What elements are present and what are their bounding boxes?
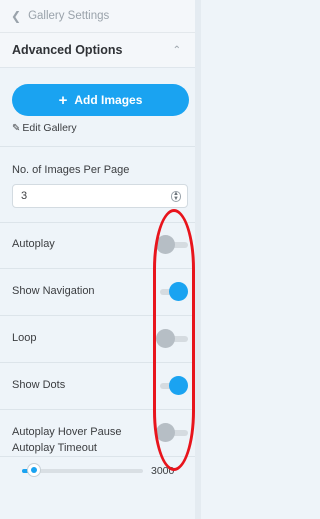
images-per-page-value: 3: [21, 190, 28, 202]
edit-gallery-link[interactable]: ✎ Edit Gallery: [12, 122, 77, 134]
chevron-up-icon: ⌃: [172, 44, 181, 56]
slider-handle[interactable]: [27, 463, 41, 477]
autoplay-timeout-label: Autoplay Timeout: [12, 442, 97, 454]
images-per-page-input[interactable]: 3 ▲ ▼: [12, 184, 188, 208]
divider: [0, 146, 195, 147]
section-title: Advanced Options: [12, 43, 123, 57]
pencil-icon: ✎: [12, 122, 21, 134]
toggle-label: Autoplay Hover Pause: [12, 426, 122, 438]
toggle-label: Show Navigation: [12, 285, 95, 297]
chevron-left-icon: ❮: [11, 9, 22, 23]
header-title: Gallery Settings: [28, 10, 110, 22]
stepper-icon[interactable]: ▲ ▼: [171, 191, 181, 202]
scrollbar[interactable]: [195, 0, 201, 519]
plus-icon: +: [58, 91, 68, 109]
toggle-label: Loop: [12, 332, 37, 344]
add-images-label: Add Images: [74, 93, 143, 107]
toggle-label: Show Dots: [12, 379, 66, 391]
back-nav[interactable]: ❮ Gallery Settings: [0, 0, 195, 33]
toggle-label: Autoplay: [12, 238, 55, 250]
annotation-highlight: [153, 209, 195, 471]
advanced-options-header[interactable]: Advanced Options ⌃: [0, 33, 195, 68]
edit-gallery-label: Edit Gallery: [22, 122, 77, 134]
add-images-button[interactable]: + Add Images: [12, 84, 189, 116]
images-per-page-label: No. of Images Per Page: [12, 164, 130, 176]
